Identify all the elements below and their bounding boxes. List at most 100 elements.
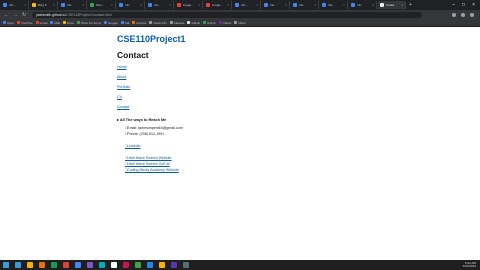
close-tab-icon[interactable]: × xyxy=(198,3,200,7)
taskbar-app-icon[interactable] xyxy=(27,262,33,268)
bookmark-label: Work Fix Items xyxy=(81,20,101,25)
forward-icon[interactable]: → xyxy=(13,12,18,18)
bookmark-item[interactable]: Mail xyxy=(50,21,60,25)
maximize-icon[interactable]: □ xyxy=(462,2,465,8)
bookmark-item[interactable]: Google xyxy=(103,21,118,25)
section-label: ▸ All The ways to Reach Me xyxy=(117,118,167,122)
minimize-icon[interactable]: – xyxy=(452,2,455,8)
reload-icon[interactable]: ↻ xyxy=(22,12,26,18)
taskbar-app-icon[interactable] xyxy=(63,262,69,268)
bookmark-label: Rubric xyxy=(207,20,216,25)
section-label-text: All The ways to Reach Me xyxy=(119,118,167,122)
bookmark-label: Class Info xyxy=(153,20,167,25)
bookmark-item[interactable]: Github xyxy=(187,21,200,25)
taskbar-app-icon[interactable] xyxy=(15,262,21,268)
browser-tab[interactable]: Intr... × xyxy=(146,1,174,9)
close-tab-icon[interactable]: × xyxy=(140,3,142,7)
bookmark-label: Mail xyxy=(54,20,60,25)
browser-tab[interactable]: Intr... × xyxy=(320,1,348,9)
browser-tab[interactable]: image... × xyxy=(175,1,203,9)
bookmark-item[interactable]: Yahoo xyxy=(218,20,232,25)
close-window-icon[interactable]: × xyxy=(472,2,475,8)
browser-tab[interactable]: Blog 6 × xyxy=(30,1,58,9)
address-bar[interactable]: jadesmith.github.io/CSE110Project1/conta… xyxy=(32,11,423,18)
profile-icon[interactable] xyxy=(461,12,465,17)
close-tab-icon[interactable]: × xyxy=(314,3,316,7)
menu-icon[interactable] xyxy=(470,12,474,17)
start-icon[interactable] xyxy=(3,262,9,268)
taskbar-app-icon[interactable] xyxy=(75,262,81,268)
nav-link-about[interactable]: About xyxy=(117,75,457,85)
browser-tab[interactable]: Mon... × xyxy=(88,1,116,9)
taskbar-app-icon[interactable] xyxy=(87,262,93,268)
nav-link-portfolio[interactable]: Portfolio xyxy=(117,85,457,95)
browser-tab[interactable]: Intr... × xyxy=(233,1,261,9)
taskbar-app-icon[interactable] xyxy=(111,262,117,268)
nav-link-contact[interactable]: Contact xyxy=(117,105,457,115)
nav-link-home[interactable]: Home xyxy=(117,65,457,75)
close-tab-icon[interactable]: × xyxy=(169,3,171,7)
site-nav: Home About Portfolio CV Contact xyxy=(117,65,457,115)
bookmark-item[interactable]: Class Info xyxy=(149,20,167,25)
taskbar-app-icon[interactable] xyxy=(99,262,105,268)
bookmark-item[interactable]: Apps xyxy=(3,21,14,25)
tab-label: Conta xyxy=(386,3,395,7)
taskbar-app-icon[interactable] xyxy=(51,262,57,268)
bookmark-item[interactable]: Canvas xyxy=(132,21,146,25)
tab-favicon-icon xyxy=(119,3,123,7)
browser-tab[interactable]: Conta × xyxy=(378,1,406,9)
taskbar-app-icon[interactable] xyxy=(147,262,153,268)
taskbar-app-icon[interactable] xyxy=(171,262,177,268)
bookmark-favicon-icon xyxy=(120,21,124,24)
close-tab-icon[interactable]: × xyxy=(53,3,55,7)
browser-tab[interactable]: Intr... × xyxy=(117,1,145,9)
taskbar-app-icon[interactable] xyxy=(123,262,129,268)
close-tab-icon[interactable]: × xyxy=(372,3,374,7)
contact-list: □Email: tamesimpent64@gmail.com □Phone: … xyxy=(125,126,457,174)
taskbar-app-icon[interactable] xyxy=(183,262,189,268)
browser-tab[interactable]: image... × xyxy=(204,1,232,9)
page-title: Contact xyxy=(117,50,149,60)
tab-favicon-icon xyxy=(351,3,355,7)
site-title[interactable]: CSE110Project1 xyxy=(117,34,457,44)
taskbar-app-icon[interactable] xyxy=(135,262,141,268)
close-tab-icon[interactable]: × xyxy=(285,3,287,7)
back-icon[interactable]: ← xyxy=(4,12,9,18)
close-tab-icon[interactable]: × xyxy=(111,3,113,7)
taskbar-app-icon[interactable] xyxy=(159,262,165,268)
bookmark-favicon-icon xyxy=(50,21,54,24)
bookmark-item[interactable]: Drive xyxy=(63,21,74,25)
close-tab-icon[interactable]: × xyxy=(401,3,403,7)
external-link[interactable]: □Coding Minds Academy Website xyxy=(125,168,457,174)
bookmark-item[interactable]: Classes xyxy=(169,21,184,25)
close-tab-icon[interactable]: × xyxy=(24,3,26,7)
tab-favicon-icon xyxy=(148,3,152,7)
nav-link-cv[interactable]: CV xyxy=(117,95,457,105)
browser-tab-bar: Intr... × Blog 6 × Intr... × Mon... × Intr... × In… xyxy=(0,0,480,10)
new-tab-button[interactable]: + xyxy=(409,2,412,8)
close-tab-icon[interactable]: × xyxy=(343,3,345,7)
tab-favicon-icon xyxy=(32,3,36,7)
browser-tab[interactable]: Intr... × xyxy=(291,1,319,9)
close-tab-icon[interactable]: × xyxy=(256,3,258,7)
bookmark-label: YouTube xyxy=(20,20,33,25)
browser-tab[interactable]: Intr... × xyxy=(59,1,87,9)
bookmark-item[interactable]: Cal xyxy=(120,21,129,25)
bookmark-label: Yahoo xyxy=(222,20,232,25)
bookmark-item[interactable]: YouTube xyxy=(16,20,33,25)
bookmark-favicon-icon xyxy=(187,21,191,24)
system-clock[interactable]: 5:31 AM 1/21/2022 xyxy=(463,261,476,269)
taskbar-app-icon[interactable] xyxy=(39,262,45,268)
bookmark-label: Github xyxy=(191,20,201,25)
close-tab-icon[interactable]: × xyxy=(82,3,84,7)
bookmark-item[interactable]: Rubric xyxy=(203,21,216,25)
browser-tab[interactable]: Intr... × xyxy=(1,1,29,9)
browser-tab[interactable]: Intr... × xyxy=(349,1,377,9)
browser-tab[interactable]: Intr... × xyxy=(262,1,290,9)
close-tab-icon[interactable]: × xyxy=(227,3,229,7)
extension-icon[interactable] xyxy=(452,12,456,17)
bookmark-item[interactable]: Work Fix Items xyxy=(77,21,101,25)
bookmark-item[interactable]: Gmail xyxy=(35,21,47,25)
bookmark-item[interactable]: Other xyxy=(234,21,246,25)
tab-favicon-icon xyxy=(61,3,65,7)
